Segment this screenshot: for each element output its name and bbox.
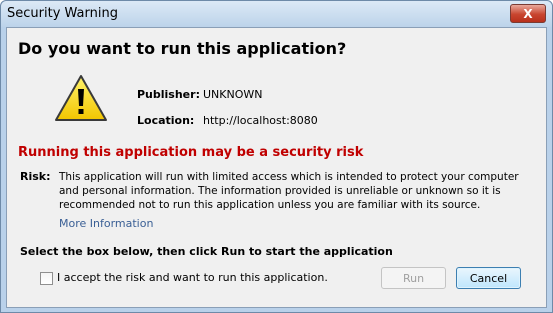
title-bar[interactable]: Security Warning X (1, 1, 552, 27)
dialog-body: Do you want to run this application? Pub… (6, 27, 547, 308)
security-warning-window: Security Warning X Do you want to run th… (0, 0, 553, 313)
warning-triangle-icon (55, 75, 107, 121)
risk-label: Risk: (20, 170, 51, 183)
dialog-heading: Do you want to run this application? (18, 39, 347, 58)
close-icon: X (523, 6, 533, 21)
instruction-text: Select the box below, then click Run to … (20, 245, 393, 258)
cancel-button[interactable]: Cancel (456, 267, 521, 289)
publisher-label: Publisher: (137, 88, 200, 101)
risk-heading: Running this application may be a securi… (18, 145, 364, 160)
location-label: Location: (137, 114, 195, 127)
risk-description: This application will run with limited a… (59, 171, 519, 211)
window-title: Security Warning (7, 6, 118, 21)
accept-risk-checkbox[interactable] (40, 272, 53, 285)
accept-risk-label[interactable]: I accept the risk and want to run this a… (57, 271, 328, 284)
more-information-link[interactable]: More Information (59, 217, 153, 230)
close-button[interactable]: X (510, 4, 546, 23)
run-button[interactable]: Run (381, 267, 446, 289)
publisher-value: UNKNOWN (203, 88, 263, 101)
location-value: http://localhost:8080 (203, 114, 318, 127)
